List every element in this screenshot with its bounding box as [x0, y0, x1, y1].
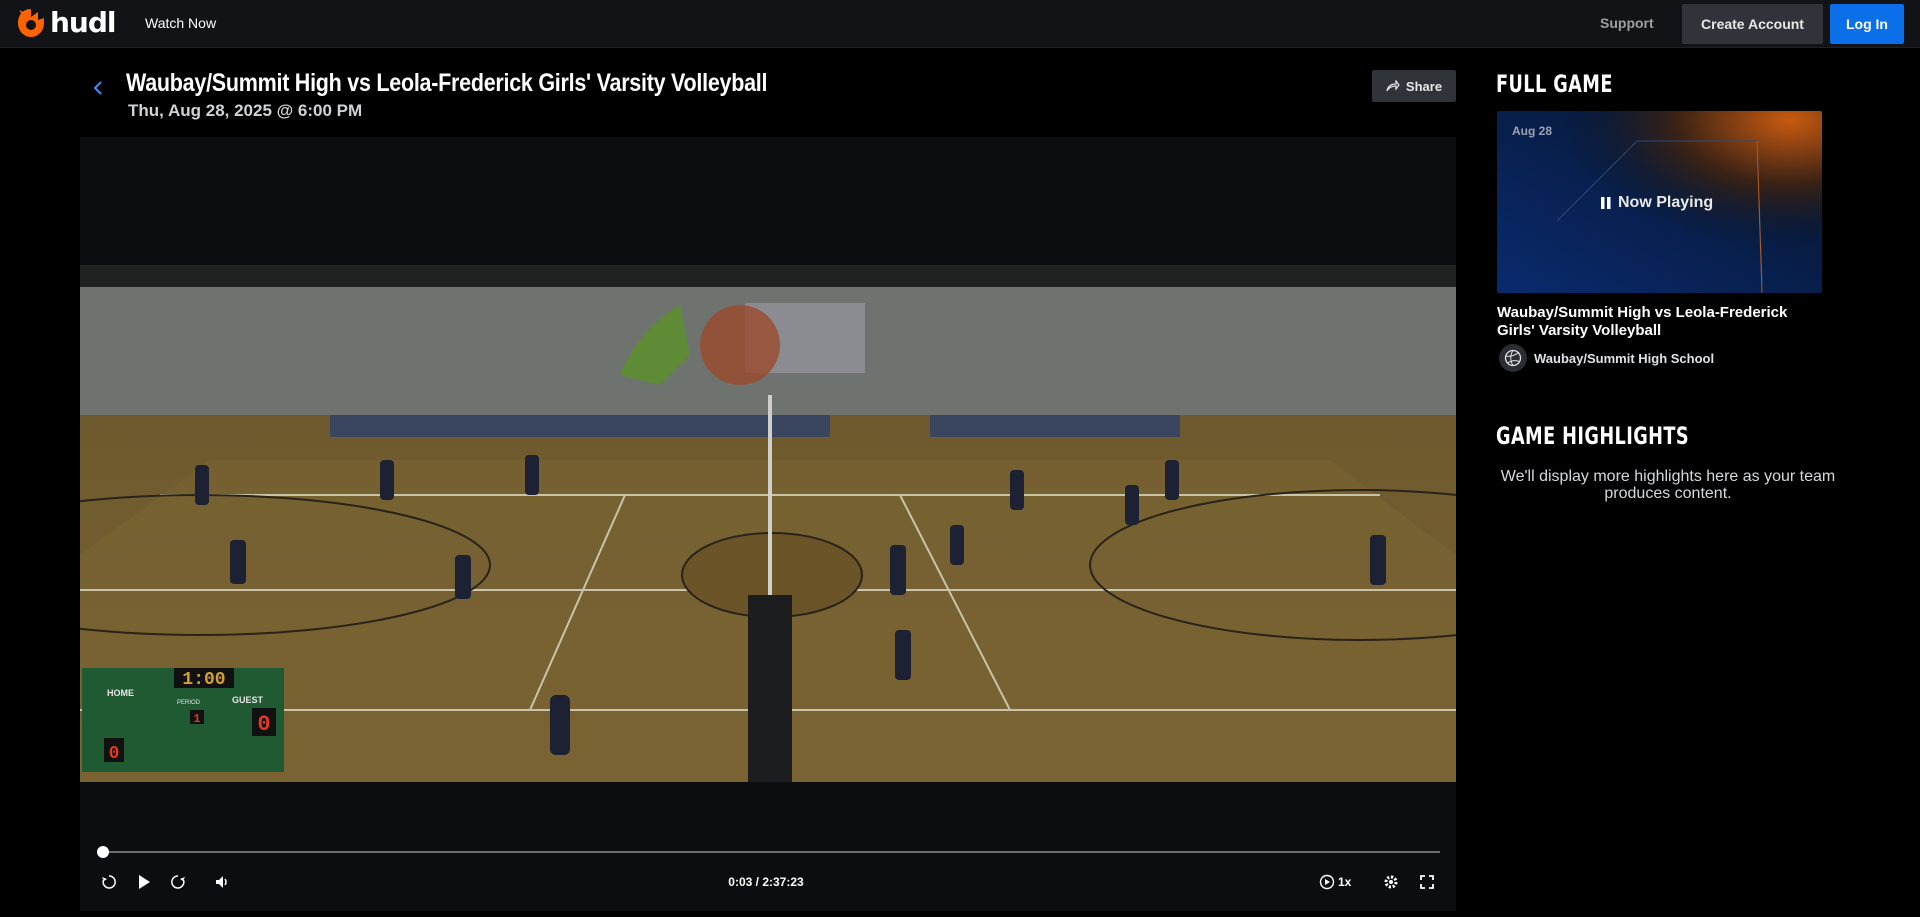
logo-wordmark: hudl	[50, 6, 117, 39]
hudl-logo[interactable]: hudl	[14, 6, 117, 40]
top-nav-bar: hudl Watch Now Support Create Account Lo…	[0, 0, 1920, 48]
support-link[interactable]: Support	[1600, 15, 1654, 31]
playback-speed-icon[interactable]	[1316, 871, 1338, 893]
full-game-video-title[interactable]: Waubay/Summit High vs Leola-Frederick Gi…	[1497, 304, 1827, 340]
volleyball-icon	[1504, 349, 1522, 367]
playback-time: 0:03 / 2:37:23	[728, 875, 804, 889]
share-label: Share	[1405, 78, 1443, 94]
scoreboard-home-score: 0	[109, 744, 120, 764]
school-name: Waubay/Summit High School	[1534, 350, 1715, 366]
now-playing-indicator: Now Playing	[1601, 194, 1713, 212]
watch-now-link[interactable]: Watch Now	[145, 15, 216, 31]
scoreboard-guest-score: 0	[257, 712, 270, 737]
share-arrow-icon	[1386, 80, 1400, 92]
highlights-empty-message: We'll display more highlights here as yo…	[1500, 468, 1836, 502]
back-chevron-icon[interactable]	[88, 76, 108, 100]
thumbnail-date: Aug 28	[1512, 124, 1553, 138]
share-button[interactable]: Share	[1372, 70, 1456, 102]
scoreboard-period-label: PERIOD	[177, 700, 201, 706]
school-link[interactable]: Waubay/Summit High School	[1499, 344, 1714, 372]
create-account-button[interactable]: Create Account	[1682, 4, 1823, 44]
game-date: Thu, Aug 28, 2025 @ 6:00 PM	[128, 101, 363, 120]
play-icon[interactable]	[133, 871, 155, 893]
video-frame[interactable]: 1:00 HOME PERIOD GUEST 0 1 0	[80, 265, 1456, 782]
scoreboard-home-label: HOME	[107, 688, 134, 698]
gym-court-scene	[80, 265, 1456, 782]
now-playing-label: Now Playing	[1618, 194, 1714, 211]
pause-icon	[1601, 197, 1611, 209]
rewind-10-icon[interactable]	[98, 871, 120, 893]
seek-handle[interactable]	[97, 846, 109, 858]
scoreboard-overlay: 1:00 HOME PERIOD GUEST 0 1 0	[82, 668, 284, 772]
full-game-heading: FULL GAME	[1496, 70, 1613, 98]
school-avatar	[1499, 344, 1527, 372]
hudl-logo-icon	[18, 9, 44, 37]
game-highlights-heading: GAME HIGHLIGHTS	[1496, 422, 1690, 450]
settings-gear-icon[interactable]	[1380, 871, 1402, 893]
game-title: Waubay/Summit High vs Leola-Frederick Gi…	[126, 69, 768, 97]
seek-bar[interactable]	[102, 851, 1440, 853]
full-game-thumbnail[interactable]: Aug 28 Now Playing	[1497, 111, 1822, 293]
forward-10-icon[interactable]	[167, 871, 189, 893]
scoreboard-guest-label: GUEST	[232, 695, 264, 705]
video-player[interactable]: 1:00 HOME PERIOD GUEST 0 1 0 0:03 / 2:37…	[80, 137, 1456, 911]
volume-icon[interactable]	[212, 871, 234, 893]
scoreboard-clock: 1:00	[182, 670, 225, 690]
fullscreen-icon[interactable]	[1416, 871, 1438, 893]
playback-speed-label[interactable]: 1x	[1338, 875, 1351, 889]
scoreboard-period: 1	[193, 712, 200, 726]
log-in-button[interactable]: Log In	[1830, 4, 1904, 44]
